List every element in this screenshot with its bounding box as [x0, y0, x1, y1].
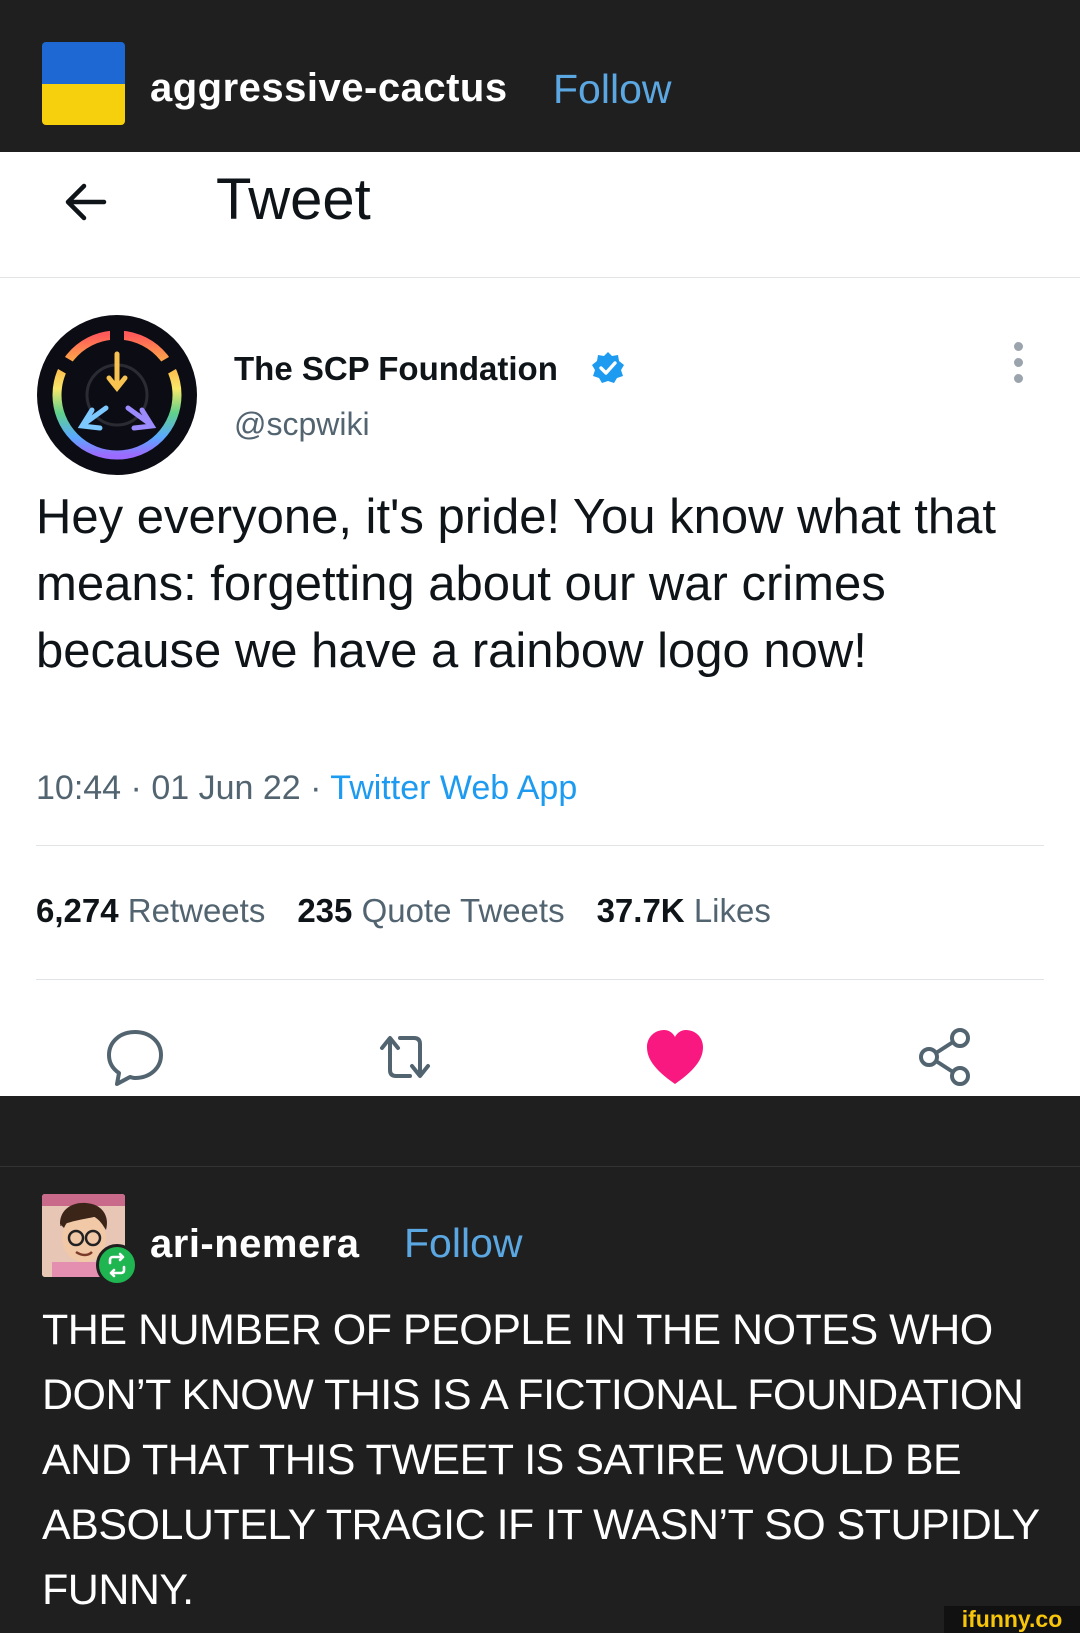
tweet-stats: 6,274 Retweets 235 Quote Tweets 37.7K Like…: [36, 892, 771, 930]
ifunny-watermark: ifunny.co: [944, 1606, 1080, 1633]
quote-tweets-stat[interactable]: 235 Quote Tweets: [297, 892, 564, 929]
tweet-time: 10:44: [36, 769, 122, 807]
tweet-screenshot: Tweet The SCP Foundation @scpwiki Hey ev…: [0, 152, 1080, 1096]
follow-button[interactable]: Follow: [404, 1220, 522, 1267]
scp-logo-avatar[interactable]: [36, 314, 198, 476]
tweet-source-link[interactable]: Twitter Web App: [330, 769, 577, 807]
reply-icon[interactable]: [102, 1024, 168, 1090]
retweet-icon[interactable]: [372, 1024, 438, 1090]
tweet-date: 01 Jun 22: [151, 769, 301, 807]
likes-stat[interactable]: 37.7K Likes: [597, 892, 771, 929]
reblog-comment-text: THE NUMBER OF PEOPLE IN THE NOTES WHO DO…: [42, 1306, 1039, 1614]
divider: [36, 845, 1044, 846]
post-header: aggressive-cactus Follow: [0, 14, 1080, 152]
divider: [36, 979, 1044, 980]
arrow-left-icon[interactable]: [58, 174, 114, 230]
blog-username[interactable]: ari-nemera: [150, 1222, 360, 1267]
retweets-stat[interactable]: 6,274 Retweets: [36, 892, 265, 929]
blog-avatar-ukraine-flag[interactable]: [42, 42, 125, 125]
tweet-handle[interactable]: @scpwiki: [234, 406, 370, 443]
tweet-text: Hey everyone, it's pride! You know what …: [36, 490, 996, 678]
page-title: Tweet: [216, 167, 371, 232]
more-vertical-icon[interactable]: [1010, 342, 1026, 388]
share-icon[interactable]: [912, 1024, 978, 1090]
top-bar: [0, 0, 1080, 14]
blog-username[interactable]: aggressive-cactus: [150, 66, 508, 111]
follow-button[interactable]: Follow: [553, 66, 671, 113]
reblog-icon: [96, 1244, 138, 1286]
tweet-meta: 10:44 · 01 Jun 22 · Twitter Web App: [36, 769, 578, 807]
like-heart-icon[interactable]: [642, 1024, 708, 1090]
divider: [0, 277, 1080, 278]
divider: [0, 1166, 1080, 1167]
verified-badge-icon: [592, 352, 624, 383]
tweet-display-name[interactable]: The SCP Foundation: [234, 350, 558, 388]
